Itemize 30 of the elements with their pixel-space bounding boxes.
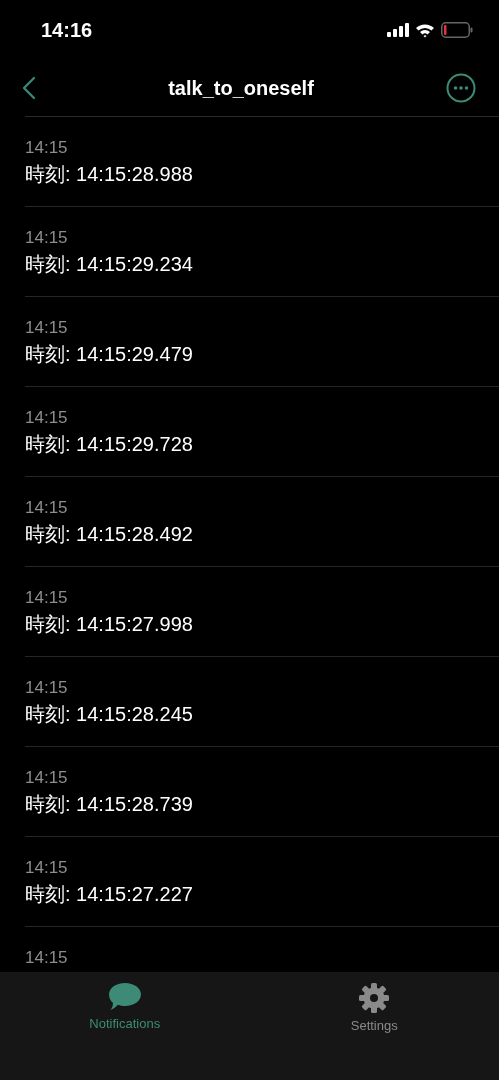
tab-bar-item[interactable]: Settings (249, 982, 499, 1080)
message-text: 時刻: 14:15:27.998 (25, 612, 193, 637)
message-time: 14:15 (25, 317, 68, 339)
message-text: 時刻: 14:15:29.728 (25, 432, 193, 457)
speech-bubble-icon (107, 982, 142, 1012)
message-text: 時刻: 14:15:28.245 (25, 702, 193, 727)
message-text: 時刻: 14:15:28.739 (25, 792, 193, 817)
message-time: 14:15 (25, 227, 68, 249)
status-time: 14:16 (41, 18, 93, 42)
message-time: 14:15 (25, 497, 68, 519)
signal-icon (387, 23, 409, 37)
message-text: 時刻: 14:15:29.479 (25, 342, 193, 367)
message-time: 14:15 (25, 767, 68, 789)
message-time: 14:15 (25, 587, 68, 609)
gear-icon (358, 982, 391, 1014)
message-text: 時刻: 14:15:27.227 (25, 882, 193, 907)
more-icon[interactable] (446, 73, 476, 103)
battery-icon (441, 22, 473, 38)
message-text: 時刻: 14:15:28.988 (25, 162, 193, 187)
screen-title: talk_to_oneself (168, 76, 314, 100)
message-time: 14:15 (25, 857, 68, 879)
message-time: 14:15 (25, 407, 68, 429)
message-time: 14:15 (25, 677, 68, 699)
message-time: 14:15 (25, 947, 68, 969)
message-text: 時刻: 14:15:28.492 (25, 522, 193, 547)
tab-bar-item[interactable]: Notifications (0, 982, 250, 1080)
message-text: 時刻: 14:15:29.234 (25, 252, 193, 277)
message-time: 14:15 (25, 137, 68, 159)
wifi-icon (415, 22, 435, 38)
back-icon[interactable] (22, 76, 36, 100)
